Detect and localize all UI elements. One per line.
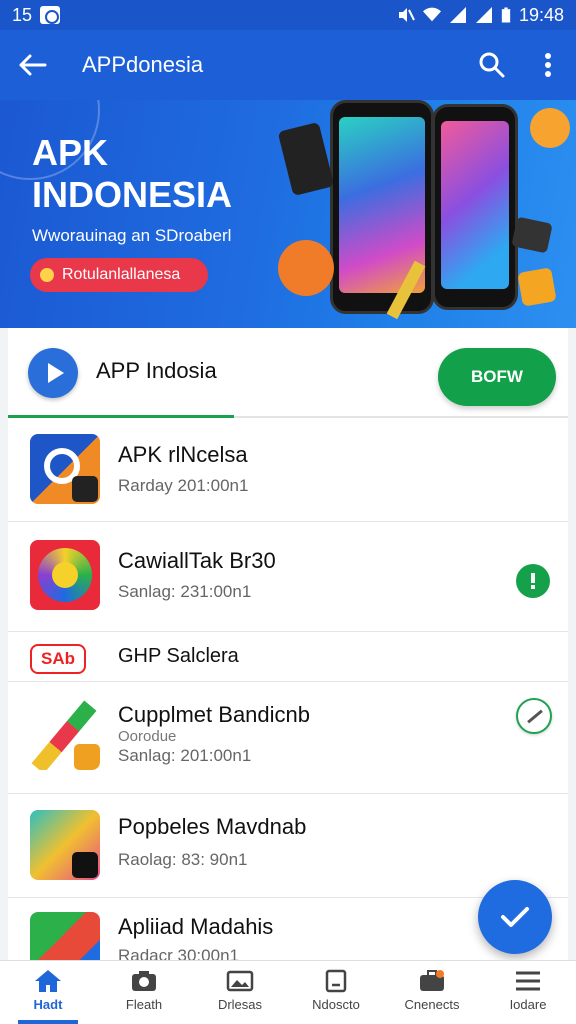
app-icon-rainbow — [30, 540, 100, 610]
app-subtitle: Rarday 201:00n1 — [118, 476, 249, 495]
nav-label: Drlesas — [217, 997, 263, 1012]
app-subtitle: Raolag: 83: 90n1 — [118, 850, 248, 869]
content-card: APP Indosia BOFW APK rlNcelsa Rarday 201… — [8, 328, 568, 960]
app-bar-title: APPdonesia — [82, 52, 204, 77]
notification-icon — [40, 6, 61, 24]
phone-illustration-left — [330, 100, 434, 314]
app-title: APK rlNcelsa — [118, 442, 248, 467]
note-icon — [325, 969, 347, 993]
app-title: GHP Salclera — [118, 645, 239, 667]
list-item[interactable]: Cupplmet Bandicnb Oorodue Sanlag: 201:00… — [8, 682, 568, 794]
briefcase-icon — [420, 970, 444, 991]
battery-icon — [501, 7, 511, 23]
status-bar: 15 19:48 — [0, 0, 576, 30]
camera-icon — [132, 971, 156, 991]
app-title: Cupplmet Bandicnb — [118, 702, 311, 727]
bottom-navigation: Hadt Fleath Drlesas Ndoscto Cnenects Iod… — [0, 960, 576, 1024]
app-subtitle: Sanlag: 231:00n1 — [118, 582, 252, 601]
nav-label: Ndoscto — [312, 997, 360, 1012]
banner-subtitle: Wworauinag an SDroaberl — [32, 226, 232, 245]
app-badge-icon — [74, 744, 100, 770]
home-icon — [35, 970, 61, 992]
status-time-left: 15 — [12, 4, 33, 25]
more-options-button[interactable] — [520, 30, 576, 100]
confirm-fab[interactable] — [478, 880, 552, 954]
app-extra: Oorodue — [118, 728, 177, 745]
app-badge-icon — [72, 476, 98, 502]
app-icon-target — [30, 434, 100, 504]
sab-tag: SAb — [30, 644, 86, 674]
app-icon-pencil — [30, 700, 100, 770]
nav-home[interactable]: Hadt — [0, 961, 96, 1024]
wifi-icon — [422, 7, 441, 22]
list-item[interactable]: Popbeles Mavdnab Raolag: 83: 90n1 — [8, 794, 568, 898]
game-illustration — [517, 267, 557, 307]
banner-title: APK INDONESIA — [32, 132, 232, 216]
featured-app-header: APP Indosia BOFW — [8, 328, 568, 418]
pill-label: Rotulanlallanesa — [62, 266, 181, 283]
nav-label: Fleath — [125, 997, 163, 1012]
list-item[interactable]: CawiallTak Br30 Sanlag: 231:00n1 — [8, 522, 568, 632]
nav-label: Iodare — [509, 997, 547, 1012]
nav-menu[interactable]: Iodare — [480, 961, 576, 1024]
phone-illustration-right — [432, 104, 518, 310]
gallery-icon — [226, 970, 254, 992]
mascot-illustration — [278, 240, 334, 296]
download-status-icon[interactable] — [516, 564, 550, 598]
app-bar: APPdonesia — [0, 30, 576, 100]
app-title: Apliiad Madahis — [118, 914, 274, 939]
list-item[interactable]: SAb GHP Salclera — [8, 632, 568, 682]
status-time: 19:48 — [518, 4, 564, 25]
featured-app-name: APP Indosia — [96, 358, 217, 383]
signal-2-icon — [475, 7, 492, 23]
pill-dot-icon — [40, 268, 54, 282]
app-title: CawiallTak Br30 — [118, 548, 276, 573]
nav-label: Cnenects — [404, 997, 460, 1012]
back-button[interactable] — [0, 30, 64, 100]
play-icon[interactable] — [28, 348, 78, 398]
list-item[interactable]: APK rlNcelsa Rarday 201:00n1 — [8, 418, 568, 522]
nav-notes[interactable]: Ndoscto — [288, 961, 384, 1024]
banner-title-line1: APK — [32, 132, 109, 173]
featured-action-button[interactable]: BOFW — [438, 348, 556, 406]
nav-contacts[interactable]: Cnenects — [384, 961, 480, 1024]
check-icon — [501, 907, 529, 927]
banner-title-line2: INDONESIA — [32, 174, 233, 215]
app-title: Popbeles Mavdnab — [118, 814, 307, 839]
banner-pill-button[interactable]: Rotulanlallanesa — [30, 258, 208, 292]
promo-banner[interactable]: APK INDONESIA Wworauinag an SDroaberl Ro… — [0, 100, 576, 328]
calculator-illustration — [277, 121, 335, 197]
arrow-left-icon — [19, 54, 47, 76]
app-subtitle: Radacr 30:00n1 — [118, 946, 239, 960]
app-icon-maps — [30, 810, 100, 880]
nav-gallery[interactable]: Drlesas — [192, 961, 288, 1024]
nav-camera[interactable]: Fleath — [96, 961, 192, 1024]
search-button[interactable] — [464, 30, 520, 100]
sun-illustration — [530, 108, 570, 148]
nav-label: Hadt — [33, 997, 63, 1012]
more-vert-icon — [545, 53, 551, 77]
app-icon-google — [30, 912, 100, 960]
signal-icon — [449, 7, 466, 23]
app-badge-icon — [72, 852, 98, 878]
search-icon — [479, 52, 505, 78]
app-subtitle: Sanlag: 201:00n1 — [118, 746, 252, 765]
menu-icon — [516, 971, 540, 991]
mute-icon — [398, 8, 415, 22]
edit-status-icon[interactable] — [516, 698, 552, 734]
